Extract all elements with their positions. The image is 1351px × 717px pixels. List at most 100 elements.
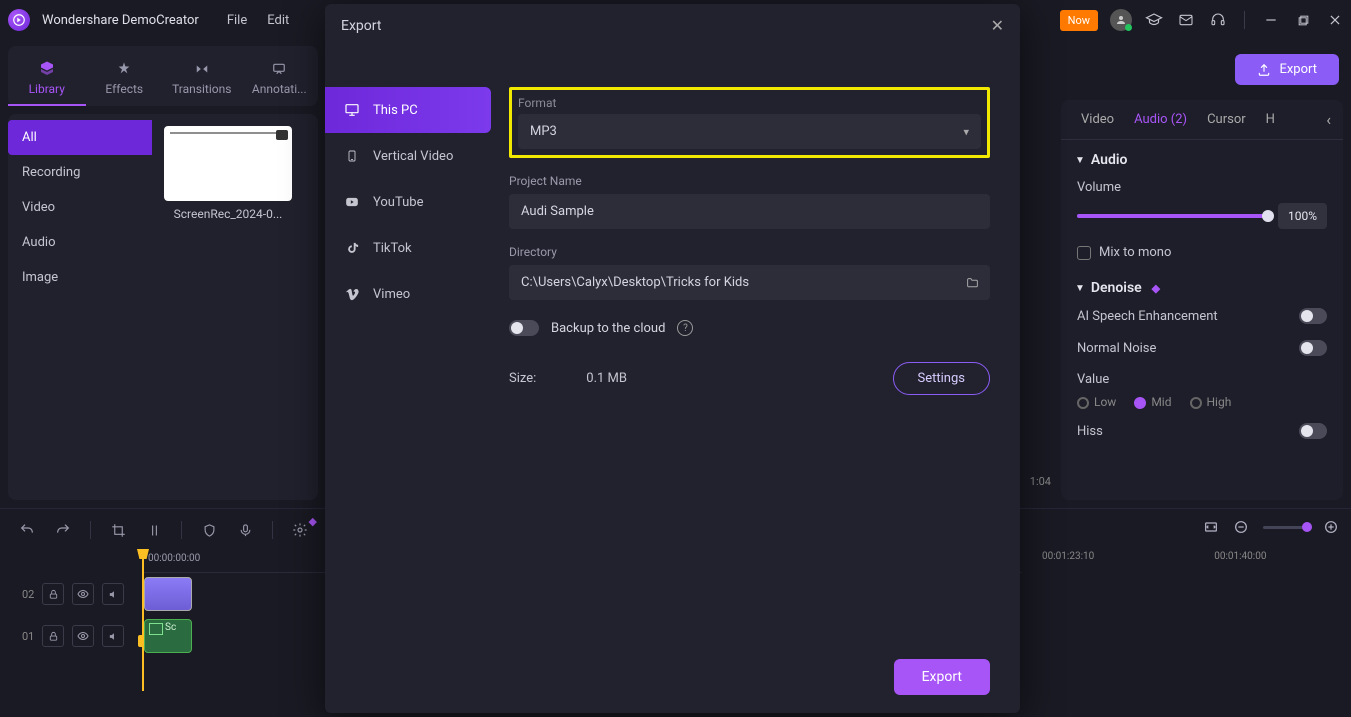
headset-icon[interactable]: [1208, 10, 1228, 30]
modal-header: Export ✕: [325, 4, 1020, 47]
export-dest-vertical[interactable]: Vertical Video: [325, 133, 485, 179]
eye-icon[interactable]: [72, 583, 94, 605]
shield-icon[interactable]: [196, 517, 222, 543]
lib-recording[interactable]: Recording: [8, 155, 152, 190]
hiss-toggle[interactable]: [1299, 423, 1327, 439]
export-icon: [1257, 63, 1271, 77]
fit-icon[interactable]: [1203, 519, 1219, 535]
export-button[interactable]: Export: [1235, 54, 1339, 85]
export-dest-tiktok[interactable]: TikTok: [325, 225, 485, 271]
zoom-out-icon[interactable]: [1233, 519, 1249, 535]
lib-video[interactable]: Video: [8, 190, 152, 225]
props-tab-video[interactable]: Video: [1071, 100, 1124, 139]
lock-icon[interactable]: [42, 583, 64, 605]
project-name-label: Project Name: [509, 174, 990, 188]
zoom-slider[interactable]: [1263, 526, 1309, 529]
tab-annotations[interactable]: Annotati...: [241, 50, 319, 106]
logo-area: Wondershare DemoCreator: [8, 9, 199, 31]
size-row: Size: 0.1 MB Settings: [509, 362, 990, 395]
mic-icon[interactable]: [232, 517, 258, 543]
undo-icon[interactable]: [14, 517, 40, 543]
ai-speech-row: AI Speech Enhancement: [1061, 300, 1343, 332]
value-label-row: Value: [1061, 364, 1343, 389]
folder-icon[interactable]: [965, 276, 980, 289]
app-title: Wondershare DemoCreator: [42, 13, 199, 28]
media-thumb[interactable]: ScreenRec_2024-0...: [164, 126, 292, 221]
close-icon[interactable]: ✕: [991, 16, 1004, 35]
clip-video[interactable]: [144, 577, 192, 611]
split-icon[interactable]: [141, 517, 167, 543]
section-denoise[interactable]: ▼Denoise◆: [1061, 268, 1343, 300]
normal-noise-row: Normal Noise: [1061, 332, 1343, 364]
backup-row: Backup to the cloud ?: [509, 320, 990, 336]
chevron-down-icon: ▼: [1075, 155, 1085, 166]
buy-now-button[interactable]: Now: [1060, 10, 1098, 31]
avatar-icon[interactable]: [1110, 9, 1132, 31]
props-tab-cursor[interactable]: Cursor: [1197, 100, 1256, 139]
crop-icon[interactable]: [105, 517, 131, 543]
maximize-icon[interactable]: [1293, 10, 1313, 30]
lib-image[interactable]: Image: [8, 260, 152, 295]
clip-screen[interactable]: Sc: [144, 619, 192, 653]
menu-file[interactable]: File: [227, 13, 247, 28]
annotations-icon: [270, 60, 288, 78]
format-select[interactable]: MP3 ▾: [518, 114, 981, 149]
top-tabs: Library Effects Transitions Annotati...: [8, 46, 318, 106]
export-dest-youtube[interactable]: YouTube: [325, 179, 485, 225]
tab-library[interactable]: Library: [8, 50, 86, 106]
app-logo-icon: [8, 9, 30, 31]
close-icon[interactable]: [1325, 10, 1345, 30]
gem-icon: ◆: [1152, 282, 1160, 295]
settings-button[interactable]: Settings: [893, 362, 990, 395]
mail-icon[interactable]: [1176, 10, 1196, 30]
radio-low[interactable]: Low: [1077, 395, 1116, 409]
mute-icon[interactable]: [102, 625, 124, 647]
checkbox-icon[interactable]: [1077, 246, 1091, 260]
export-dest-thispc[interactable]: This PC: [325, 87, 491, 133]
project-name-block: Project Name: [509, 174, 990, 229]
export-sidebar: This PC Vertical Video YouTube TikTok Vi…: [325, 47, 485, 713]
redo-icon[interactable]: [50, 517, 76, 543]
ai-speech-toggle[interactable]: [1299, 308, 1327, 324]
export-modal: Export ✕ This PC Vertical Video YouTube …: [325, 4, 1020, 713]
volume-label: Volume: [1077, 180, 1327, 195]
format-highlight: Format MP3 ▾: [509, 87, 990, 158]
props-tab-h[interactable]: H: [1256, 100, 1285, 139]
youtube-icon: [343, 193, 361, 211]
tab-annotations-label: Annotati...: [252, 82, 307, 96]
export-dest-vimeo[interactable]: Vimeo: [325, 271, 485, 317]
camera-badge-icon: [276, 130, 288, 140]
directory-input[interactable]: [509, 265, 990, 300]
section-audio[interactable]: ▼Audio: [1061, 140, 1343, 172]
zoom-in-icon[interactable]: [1323, 519, 1339, 535]
tab-effects[interactable]: Effects: [86, 50, 164, 106]
volume-slider[interactable]: [1077, 214, 1268, 218]
normal-noise-toggle[interactable]: [1299, 340, 1327, 356]
mix-mono-row[interactable]: Mix to mono: [1061, 237, 1343, 268]
backup-toggle[interactable]: [509, 320, 539, 336]
props-tab-audio[interactable]: Audio (2): [1124, 100, 1197, 139]
behind-timecode: 1:04: [1030, 475, 1051, 488]
radio-high[interactable]: High: [1190, 395, 1232, 409]
lib-audio[interactable]: Audio: [8, 225, 152, 260]
project-name-input[interactable]: [509, 194, 990, 229]
pc-icon: [343, 101, 361, 119]
info-icon[interactable]: ?: [677, 320, 693, 336]
eye-icon[interactable]: [72, 625, 94, 647]
gem-icon: ◆: [309, 515, 317, 528]
value-radio-row: Low Mid High: [1061, 389, 1343, 415]
menu-edit[interactable]: Edit: [267, 13, 289, 28]
mute-icon[interactable]: [102, 583, 124, 605]
lib-all[interactable]: All: [8, 120, 152, 155]
academy-icon[interactable]: [1144, 10, 1164, 30]
tab-transitions[interactable]: Transitions: [163, 50, 241, 106]
radio-mid[interactable]: Mid: [1134, 395, 1171, 409]
ruler-right: 00:01:23:10 00:01:40:00: [1034, 551, 1339, 562]
modal-export-button[interactable]: Export: [894, 659, 990, 695]
chevron-left-icon[interactable]: ‹: [1320, 104, 1337, 135]
lock-icon[interactable]: [42, 625, 64, 647]
gear-icon[interactable]: ◆: [287, 517, 313, 543]
format-label: Format: [518, 96, 981, 110]
minimize-icon[interactable]: [1261, 10, 1281, 30]
export-form: Format MP3 ▾ Project Name Directory Ba: [485, 47, 1020, 713]
